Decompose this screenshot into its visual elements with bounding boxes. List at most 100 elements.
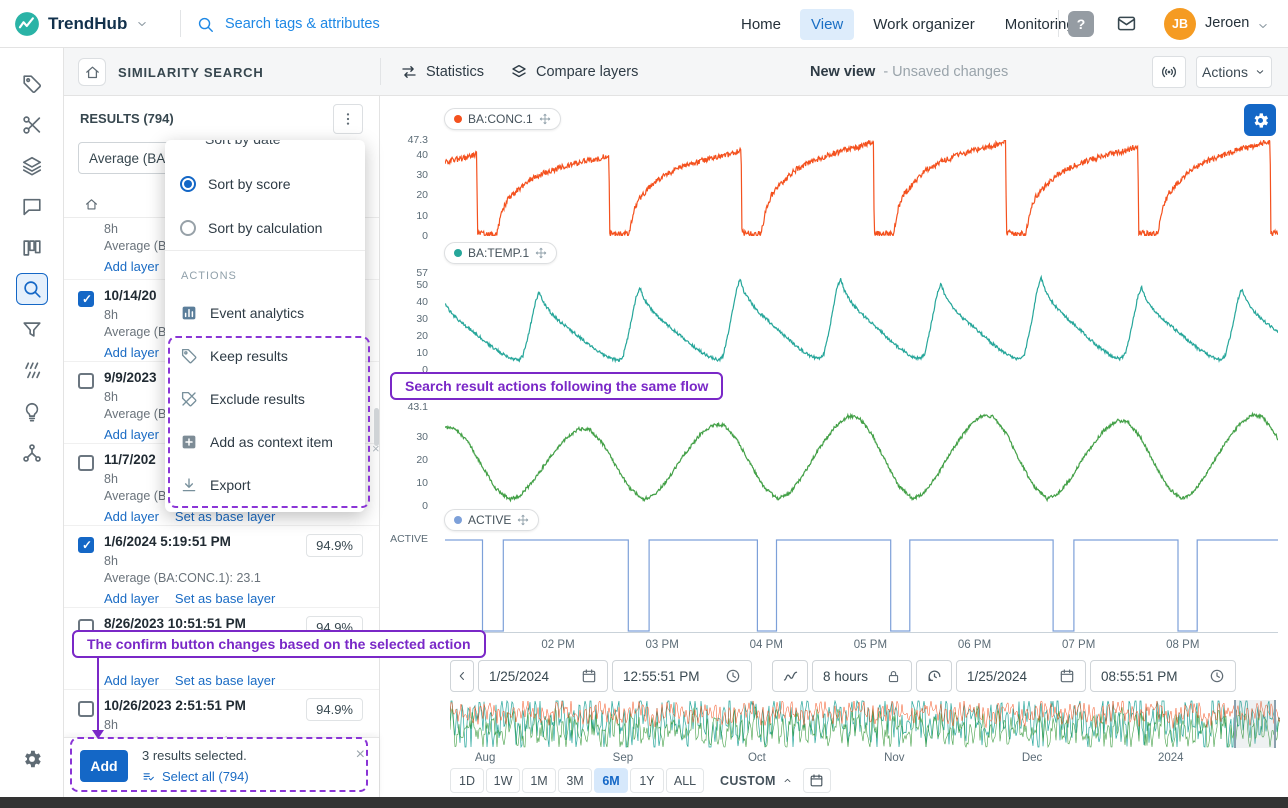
- move-icon: [517, 514, 529, 526]
- compare-trends-button[interactable]: [772, 660, 808, 692]
- result-checkbox[interactable]: [78, 373, 94, 389]
- result-item[interactable]: 1/6/2024 5:19:51 PM 8h Average (BA:CONC.…: [64, 526, 379, 608]
- divider: [180, 10, 181, 37]
- range-1w[interactable]: 1W: [486, 768, 520, 793]
- annotation-text: The confirm button changes based on the …: [87, 636, 471, 652]
- series-badge-temp[interactable]: BA:TEMP.1: [444, 242, 557, 264]
- series-badge-active[interactable]: ACTIVE: [444, 509, 539, 531]
- chevron-down-icon[interactable]: [1256, 19, 1270, 33]
- menu-section-actions: ACTIONS: [165, 251, 365, 291]
- chart-plot[interactable]: [445, 273, 1278, 370]
- duration-field[interactable]: 8 hours: [812, 660, 912, 692]
- add-layer-link[interactable]: Add layer: [104, 673, 159, 691]
- tab-compare-layers[interactable]: Compare layers: [510, 48, 638, 96]
- context-overview[interactable]: [450, 700, 1280, 748]
- range-1y[interactable]: 1Y: [630, 768, 664, 793]
- result-checkbox[interactable]: [78, 291, 94, 307]
- actions-button[interactable]: Actions: [1196, 56, 1272, 88]
- range-1d[interactable]: 1D: [450, 768, 484, 793]
- menu-item-event-analytics[interactable]: Event analytics: [165, 291, 365, 334]
- user-name[interactable]: Jeroen: [1205, 15, 1249, 31]
- end-time-field[interactable]: 08:55:51 PM: [1090, 660, 1236, 692]
- chart-plot[interactable]: [445, 140, 1278, 236]
- sidebar-item-ml[interactable]: [16, 437, 48, 469]
- sidebar-item-search[interactable]: [16, 273, 48, 305]
- chart-plot[interactable]: [445, 537, 1278, 633]
- menu-item-keep-results[interactable]: Keep results: [165, 334, 365, 377]
- nav-home[interactable]: Home: [730, 9, 792, 40]
- sidebar-item-comments[interactable]: [16, 191, 48, 223]
- step-back-button[interactable]: [450, 660, 474, 692]
- add-layer-link[interactable]: Add layer: [104, 591, 159, 609]
- result-checkbox[interactable]: [78, 455, 94, 471]
- help-button[interactable]: ?: [1068, 11, 1094, 37]
- add-layer-link[interactable]: Add layer: [104, 427, 159, 445]
- close-icon[interactable]: [356, 746, 365, 764]
- start-time-field[interactable]: 12:55:51 PM: [612, 660, 752, 692]
- nav-view[interactable]: View: [800, 9, 854, 40]
- result-average: Average (BA:CONC.1): 23.1: [104, 571, 379, 588]
- month-label: Sep: [613, 752, 633, 764]
- sidebar-item-filter[interactable]: [16, 314, 48, 346]
- series-badge-conc[interactable]: BA:CONC.1: [444, 108, 561, 130]
- add-layer-link[interactable]: Add layer: [104, 345, 159, 363]
- select-all-link[interactable]: Select all (794): [142, 769, 249, 784]
- range-6m[interactable]: 6M: [594, 768, 628, 793]
- menu-item-sort-by-date[interactable]: Sort by date: [165, 140, 365, 162]
- tab-statistics[interactable]: Statistics: [400, 48, 484, 96]
- menu-item-sort-by-calculation[interactable]: Sort by calculation: [165, 206, 365, 250]
- range-all[interactable]: ALL: [666, 768, 704, 793]
- sidebar-item-layers[interactable]: [16, 150, 48, 182]
- panel-close-icon[interactable]: [372, 441, 380, 456]
- chevron-down-icon[interactable]: [135, 17, 149, 31]
- nav-work-organizer[interactable]: Work organizer: [862, 9, 985, 40]
- menu-item-add-as-context-item[interactable]: Add as context item: [165, 420, 365, 463]
- add-layer-link[interactable]: Add layer: [104, 259, 159, 277]
- comment-icon: [21, 196, 43, 218]
- avatar[interactable]: JB: [1164, 8, 1196, 40]
- home-button[interactable]: [78, 58, 106, 86]
- menu-item-export[interactable]: Export: [165, 463, 365, 506]
- annotation-flow-note: Search result actions following the same…: [390, 372, 723, 400]
- tag-off-icon: [180, 390, 198, 408]
- sidebar-item-stream[interactable]: [16, 355, 48, 387]
- columns-icon: [21, 237, 43, 259]
- confirm-add-button[interactable]: Add: [80, 750, 128, 782]
- range-1m[interactable]: 1M: [522, 768, 556, 793]
- overview-window[interactable]: [1234, 700, 1276, 748]
- menu-item-exclude-results[interactable]: Exclude results: [165, 377, 365, 420]
- custom-calendar-button[interactable]: [803, 768, 831, 793]
- avatar-initials: JB: [1172, 17, 1188, 31]
- result-checkbox[interactable]: [78, 537, 94, 553]
- sidebar-item-tags[interactable]: [16, 68, 48, 100]
- sidebar-item-cut[interactable]: [16, 109, 48, 141]
- menu-item-label: Event analytics: [210, 305, 304, 321]
- select-all-label: Select all (794): [162, 769, 249, 784]
- result-checkbox[interactable]: [78, 701, 94, 717]
- history-button[interactable]: [916, 660, 952, 692]
- chart-plot[interactable]: [445, 407, 1278, 506]
- set-base-layer-link[interactable]: Set as base layer: [175, 591, 275, 609]
- result-item[interactable]: 10/26/2023 2:51:51 PM 8h Average (BA:CON…: [64, 690, 379, 737]
- chart-settings-button[interactable]: [1244, 104, 1276, 136]
- global-search[interactable]: Search tags & attributes: [196, 0, 380, 48]
- sidebar-item-settings[interactable]: [16, 743, 48, 775]
- end-date-field[interactable]: 1/25/2024: [956, 660, 1086, 692]
- time-tick: 06 PM: [958, 639, 991, 651]
- brand[interactable]: TrendHub: [14, 0, 149, 48]
- selected-count: 3 results selected.: [142, 748, 247, 763]
- divider: [380, 58, 381, 85]
- lightbulb-icon: [21, 401, 43, 423]
- menu-item-sort-by-score[interactable]: Sort by score: [165, 162, 365, 206]
- live-broadcast-button[interactable]: [1152, 56, 1186, 88]
- set-base-layer-link[interactable]: Set as base layer: [175, 673, 275, 691]
- add-layer-link[interactable]: Add layer: [104, 509, 159, 527]
- results-filter-value: Average (BA: [89, 151, 165, 166]
- range-3m[interactable]: 3M: [558, 768, 592, 793]
- sidebar-item-dashboards[interactable]: [16, 232, 48, 264]
- custom-range-button[interactable]: CUSTOM: [720, 774, 793, 788]
- start-date-field[interactable]: 1/25/2024: [478, 660, 608, 692]
- results-menu-button[interactable]: [333, 104, 363, 134]
- mail-icon[interactable]: [1116, 13, 1137, 34]
- sidebar-item-recommendations[interactable]: [16, 396, 48, 428]
